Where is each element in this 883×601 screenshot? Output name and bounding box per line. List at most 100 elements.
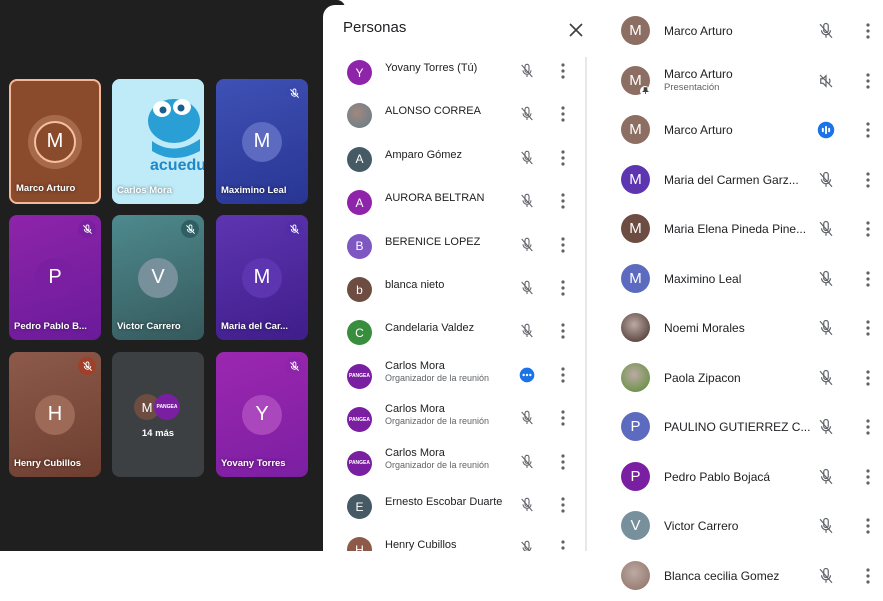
more-vert-icon[interactable] [864,269,872,289]
muted-mic-icon [285,220,303,238]
participant-status: Presentación [664,81,720,93]
avatar: E [347,494,372,519]
more-vert-icon[interactable] [559,105,567,123]
muted-mic-icon [78,357,96,375]
more-vert-icon[interactable] [559,236,567,254]
tile-name: Henry Cubillos [14,458,82,469]
muted-mic-icon [519,237,535,253]
more-vert-icon[interactable] [864,566,872,586]
participant-row[interactable]: PANGEA Carlos Mora Organizador de la reuni… [323,444,585,487]
more-vert-icon[interactable] [559,539,567,551]
avatar: PANGEA [347,407,372,433]
more-vert-icon[interactable] [864,71,872,91]
more-vert-icon[interactable] [559,279,567,297]
muted-mic-icon [519,280,535,296]
participant-row[interactable]: P Pedro Pablo Bojacá [588,452,883,502]
scrollbar[interactable] [585,57,587,551]
more-vert-icon[interactable] [864,170,872,190]
participant-row[interactable]: A AURORA BELTRAN [323,183,585,226]
participant-row[interactable]: M Marco Arturo Presentación [588,56,883,106]
participant-row[interactable]: Blanca cecilia Gomez [588,551,883,601]
more-vert-icon[interactable] [864,219,872,239]
participant-name: BERENICE LOPEZ [385,235,481,248]
more-vert-icon[interactable] [559,62,567,80]
avatar: C [347,320,372,346]
tile-name: Victor Carrero [117,321,181,332]
logo-text: acuedu [150,157,204,174]
more-vert-icon[interactable] [864,21,872,41]
more-vert-icon[interactable] [864,516,872,536]
participant-row[interactable]: b blanca nieto [323,270,585,313]
participant-name: PAULINO GUTIERREZ C... [664,420,811,434]
more-participants-tile[interactable]: M PANGEA 14 más [112,352,204,477]
more-vert-icon[interactable] [559,149,567,167]
participant-row[interactable]: PANGEA Carlos Mora Organizador de la reuni… [323,400,585,443]
participant-row[interactable]: M Marco Arturo [588,105,883,155]
avatar: A [347,190,372,216]
video-tile[interactable]: P Pedro Pablo B... [9,215,101,340]
close-icon[interactable] [567,21,585,39]
participant-row[interactable]: PANGEA Carlos Mora Organizador de la reuni… [323,357,585,400]
participant-row[interactable]: V Victor Carrero [588,501,883,551]
video-tile[interactable]: acuedu Carlos Mora [112,79,204,204]
video-tile[interactable]: M Maximino Leal [216,79,308,204]
more-vert-icon[interactable] [864,318,872,338]
more-vert-icon[interactable] [864,120,872,140]
participant-name: blanca nieto [385,279,445,291]
muted-mic-icon [817,319,835,337]
participant-row[interactable]: M Maria Elena Pineda Pine... [588,204,883,254]
tile-name: Pedro Pablo B... [14,321,87,332]
participant-name: Pedro Pablo Bojacá [664,469,771,484]
participant-row[interactable]: M Maximino Leal [588,254,883,304]
muted-mic-icon [181,220,199,238]
more-vert-icon[interactable] [864,467,872,487]
more-vert-icon[interactable] [864,368,872,388]
avatar-photo [621,560,650,590]
participant-name: Carlos Mora [385,403,445,416]
more-count: 14 más [141,428,175,439]
muted-mic-icon [817,567,835,585]
participant-name: Carlos Mora [385,359,445,372]
video-tile[interactable]: Y Yovany Torres [216,352,308,477]
participant-row[interactable]: P PAULINO GUTIERREZ C... [588,402,883,452]
participant-row[interactable]: Paola Zipacon [588,353,883,403]
participant-name: Marco Arturo [664,66,733,81]
pin-icon [640,85,650,96]
muted-mic-icon [817,220,835,238]
muted-mic-icon [285,357,303,375]
video-tile[interactable]: M Maria del Car... [216,215,308,340]
more-vert-icon[interactable] [559,192,567,210]
video-tile[interactable]: V Victor Carrero [112,215,204,340]
video-tile[interactable]: M Marco Arturo [9,79,101,204]
participant-row[interactable]: Noemi Morales [588,303,883,353]
participant-row[interactable]: H Henry Cubillos [323,530,585,551]
more-vert-icon[interactable] [559,366,567,384]
avatar-photo [621,362,650,392]
participant-row[interactable]: ALONSO CORREA [323,96,585,139]
participant-role: Organizador de la reunión [385,416,490,427]
participant-row[interactable]: A Amparo Gómez [323,140,585,183]
avatar: A [347,146,372,172]
participant-row[interactable]: M Maria del Carmen Garz... [588,155,883,205]
avatar: P [35,257,75,298]
more-vert-icon[interactable] [559,496,567,514]
more-vert-icon[interactable] [864,417,872,437]
more-vert-icon[interactable] [559,453,567,471]
avatar: PANGEA [347,450,372,476]
participant-name: Marco Arturo [664,24,733,38]
avatar-photo [347,103,372,129]
muted-mic-icon [285,84,303,102]
participant-row[interactable]: E Ernesto Escobar Duarte [323,487,585,530]
participant-name: Yovany Torres (Tú) [385,62,478,74]
participant-row[interactable]: B BERENICE LOPEZ [323,227,585,270]
muted-mic-icon [519,454,535,470]
more-vert-icon[interactable] [559,409,567,427]
more-vert-icon[interactable] [559,322,567,340]
more-options-bubble-icon[interactable] [519,367,535,383]
speaking-indicator-icon [817,121,835,139]
avatar: PANGEA [347,363,372,389]
participant-row[interactable]: Y Yovany Torres (Tú) [323,53,585,96]
video-tile[interactable]: H Henry Cubillos [9,352,101,477]
participant-row[interactable]: M Marco Arturo [588,6,883,56]
participant-row[interactable]: C Candelaria Valdez [323,313,585,356]
